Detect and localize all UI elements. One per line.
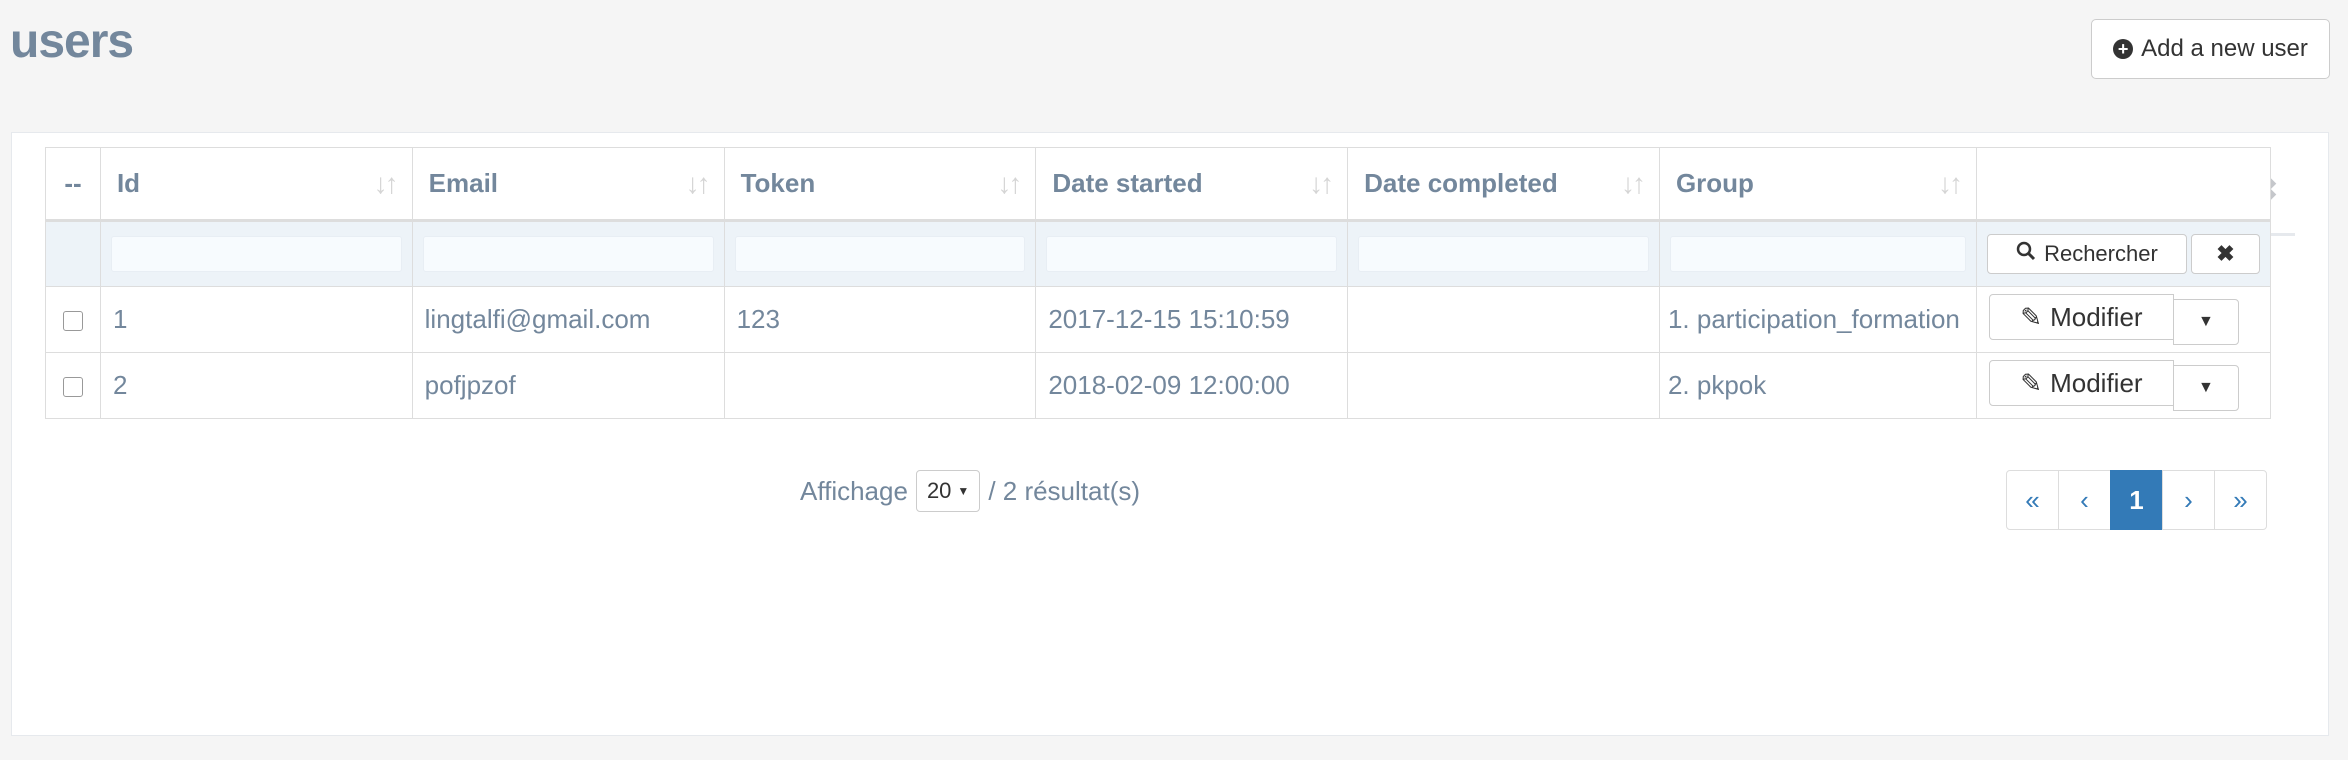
search-icon: [2016, 241, 2036, 267]
column-label: Date started: [1052, 168, 1203, 198]
table-row: 1 lingtalfi@gmail.com 123 2017-12-15 15:…: [45, 286, 2272, 353]
page-size-select[interactable]: 20 ▼: [915, 470, 981, 512]
sort-icon[interactable]: ↓↑: [1938, 168, 1963, 200]
plus-circle-icon: +: [2113, 39, 2134, 59]
sort-icon[interactable]: ↓↑: [374, 168, 399, 200]
row-actions-dropdown[interactable]: ▼: [2172, 298, 2239, 345]
users-table: -- Id ↓↑ Email ↓↑ Token ↓↑ Date started ↓↑ D…: [45, 147, 2272, 419]
filter-cell-empty: [45, 220, 101, 287]
cell-date-completed: [1347, 352, 1660, 419]
cell-id: 2: [99, 352, 413, 419]
last-page-button[interactable]: »: [2214, 470, 2267, 530]
cell-group: 1. participation_formation: [1658, 286, 1977, 353]
cell-email: pofjpzof: [411, 352, 725, 419]
row-actions-dropdown[interactable]: ▼: [2172, 364, 2239, 411]
column-label: Id: [116, 168, 141, 198]
sort-icon[interactable]: ↓↑: [1309, 168, 1334, 200]
cell-date-completed: [1347, 286, 1660, 353]
cell-date-started: 2018-02-09 12:00:00: [1035, 352, 1349, 419]
table-row: 2 pofjpzof 2018-02-09 12:00:00 2. pkpok …: [45, 352, 2272, 419]
column-header-token[interactable]: Token ↓↑: [723, 147, 1037, 222]
cell-group: 2. pkpok: [1658, 352, 1977, 419]
row-checkbox[interactable]: [62, 311, 83, 332]
filter-date-completed-input[interactable]: [1358, 236, 1649, 272]
column-header-email[interactable]: Email ↓↑: [411, 147, 725, 222]
pencil-icon: ✎: [2020, 301, 2043, 332]
filter-token-input[interactable]: [734, 236, 1026, 272]
modify-label: Modifier: [2050, 301, 2143, 332]
caret-down-icon: ▼: [2198, 378, 2214, 396]
sort-icon[interactable]: ↓↑: [997, 168, 1022, 200]
caret-down-icon: ▼: [957, 484, 970, 498]
column-label: Group: [1675, 168, 1754, 198]
sort-icon[interactable]: ↓↑: [686, 168, 711, 200]
clear-icon: ✖: [2216, 241, 2235, 266]
pagination: « ‹ 1 › »: [2006, 470, 2267, 530]
sort-icon[interactable]: ↓↑: [1621, 168, 1646, 200]
filter-id-input[interactable]: [110, 236, 402, 272]
display-label: Affichage: [800, 475, 908, 506]
search-label: Rechercher: [2044, 241, 2158, 266]
cell-id: 1: [99, 286, 413, 353]
page-size-value: 20: [926, 478, 952, 503]
page-title: users: [10, 15, 134, 68]
add-user-label: Add a new user: [2141, 35, 2308, 62]
column-header-date-completed[interactable]: Date completed ↓↑: [1347, 147, 1660, 222]
filter-group-input[interactable]: [1669, 236, 1966, 272]
filter-email-input[interactable]: [422, 236, 714, 272]
column-header-group[interactable]: Group ↓↑: [1658, 147, 1977, 222]
clear-filters-button[interactable]: ✖: [2190, 234, 2260, 274]
row-checkbox[interactable]: [62, 377, 83, 398]
next-page-button[interactable]: ›: [2162, 470, 2215, 530]
filter-row: Rechercher ✖: [45, 220, 2272, 287]
column-label: Token: [740, 168, 816, 198]
cell-token: 123: [723, 286, 1037, 353]
pencil-icon: ✎: [2020, 367, 2043, 398]
page-button-current[interactable]: 1: [2110, 470, 2163, 530]
modify-button[interactable]: ✎ Modifier: [1988, 360, 2174, 407]
results-info: Affichage 20 ▼ / 2 résultat(s): [800, 470, 1140, 512]
add-user-button[interactable]: + Add a new user: [2091, 19, 2330, 79]
select-all-header[interactable]: --: [45, 147, 101, 222]
column-label: Date completed: [1364, 168, 1558, 198]
actions-header: [1975, 147, 2272, 222]
caret-down-icon: ▼: [2198, 312, 2214, 330]
results-count: / 2 résultat(s): [988, 475, 1141, 506]
filter-date-started-input[interactable]: [1046, 236, 1338, 272]
column-header-date-started[interactable]: Date started ↓↑: [1035, 147, 1349, 222]
modify-button[interactable]: ✎ Modifier: [1988, 294, 2174, 341]
cell-date-started: 2017-12-15 15:10:59: [1035, 286, 1349, 353]
modify-label: Modifier: [2050, 367, 2143, 398]
first-page-button[interactable]: «: [2006, 470, 2059, 530]
search-button[interactable]: Rechercher: [1986, 234, 2187, 274]
column-label: Email: [428, 168, 499, 198]
prev-page-button[interactable]: ‹: [2058, 470, 2111, 530]
column-header-id[interactable]: Id ↓↑: [99, 147, 413, 222]
header-row: -- Id ↓↑ Email ↓↑ Token ↓↑ Date started ↓↑ D…: [45, 147, 2272, 222]
cell-token: [723, 352, 1037, 419]
cell-email: lingtalfi@gmail.com: [411, 286, 725, 353]
